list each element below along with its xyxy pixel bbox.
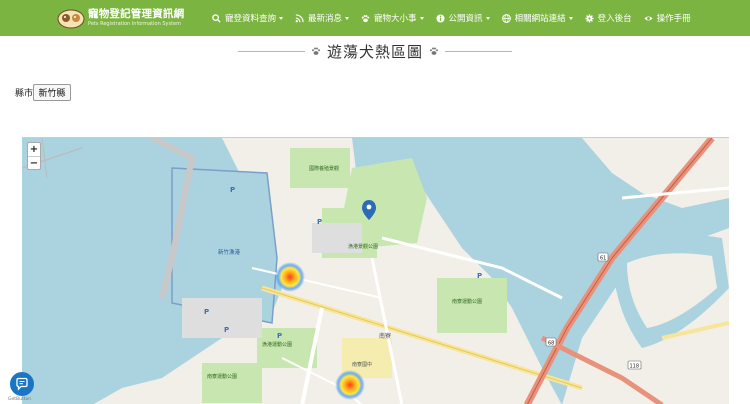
map-label-park: 漁港運動公園 xyxy=(262,341,292,348)
zoom-in-button[interactable]: + xyxy=(28,143,40,156)
svg-text:P: P xyxy=(224,326,229,334)
zoom-out-button[interactable]: − xyxy=(28,156,40,169)
nav-label: 最新消息 xyxy=(308,14,343,24)
nav-label: 寵物大小事 xyxy=(374,14,417,24)
search-icon xyxy=(212,13,221,23)
route-shield: 61 xyxy=(600,256,606,262)
svg-text:P: P xyxy=(317,218,322,226)
zoom-control: + − xyxy=(27,142,41,170)
map-label-visitor-center: 國際養殖景觀 xyxy=(309,165,339,172)
map-label-school: 南寮國中 xyxy=(352,361,372,368)
route-shield: 118 xyxy=(630,364,640,370)
svg-text:P: P xyxy=(477,272,482,280)
nav-item-registration-query[interactable]: 寵登資料查詢 xyxy=(212,12,284,24)
map-label-park: 南寮運動公園 xyxy=(207,373,237,380)
chat-widget-button[interactable] xyxy=(10,372,34,396)
heat-spot xyxy=(335,370,365,400)
map-label-park: 南寮運動公園 xyxy=(452,298,482,305)
nav-label: 公開資訊 xyxy=(448,14,483,24)
paw-icon xyxy=(430,47,439,55)
caret-down-icon xyxy=(485,16,490,20)
map-label-park: 漁港景觀公園 xyxy=(348,243,378,250)
nav-item-related-links[interactable]: 相關網站連結 xyxy=(501,12,573,24)
logo-subtitle: Pets Registration Information System xyxy=(88,20,181,27)
route-shield: 68 xyxy=(548,341,554,347)
county-select[interactable]: 新竹縣 xyxy=(33,84,71,101)
svg-text:P: P xyxy=(204,308,209,316)
logo-title: 寵物登記管理資訊網 xyxy=(88,8,185,21)
pet-logo-icon xyxy=(57,9,85,29)
info-icon xyxy=(435,13,445,23)
gear-icon xyxy=(585,13,594,23)
nav-item-news[interactable]: 最新消息 xyxy=(295,12,350,24)
nav-label: 登入後台 xyxy=(597,14,632,24)
main-nav: 寵登資料查詢 最新消息 寵物大小事 公開資訊 相關網站連結 登入後台 操作手冊 xyxy=(212,0,703,36)
caret-down-icon xyxy=(568,16,573,20)
site-logo[interactable]: 寵物登記管理資訊網 Pets Registration Information … xyxy=(56,6,184,30)
page-title: 遊蕩犬熱區圖 xyxy=(327,42,424,61)
chat-widget-caption: GetButton xyxy=(8,397,32,402)
globe-icon xyxy=(501,13,511,23)
heat-spot xyxy=(275,262,305,292)
nav-item-manual[interactable]: 操作手冊 xyxy=(644,12,691,24)
caret-down-icon xyxy=(279,16,284,20)
eye-icon xyxy=(644,15,653,21)
nav-item-pet-matters[interactable]: 寵物大小事 xyxy=(361,12,424,24)
nav-item-public-info[interactable]: 公開資訊 xyxy=(435,12,490,24)
map-label-district: 南寮 xyxy=(379,332,391,340)
page-title-bar: 遊蕩犬熱區圖 xyxy=(238,40,513,62)
top-navbar: 寵物登記管理資訊網 Pets Registration Information … xyxy=(0,0,750,36)
nav-label: 寵登資料查詢 xyxy=(225,14,277,24)
nav-item-admin-login[interactable]: 登入後台 xyxy=(585,12,632,24)
map-canvas[interactable]: 新竹漁港 國際養殖景觀 漁港景觀公園 漁港運動公園 南寮運動公園 南寮運動公園 … xyxy=(22,138,729,404)
map-label-harbor: 新竹漁港 xyxy=(218,248,241,256)
svg-text:P: P xyxy=(277,332,282,340)
nav-label: 操作手冊 xyxy=(656,14,691,24)
title-divider-left xyxy=(238,50,305,52)
county-label: 縣市 xyxy=(15,89,34,99)
nav-label: 相關網站連結 xyxy=(514,14,566,24)
caret-down-icon xyxy=(345,16,350,20)
heatmap-map[interactable]: 新竹漁港 國際養殖景觀 漁港景觀公園 漁港運動公園 南寮運動公園 南寮運動公園 … xyxy=(22,137,729,404)
title-divider-right xyxy=(445,50,513,52)
svg-text:P: P xyxy=(230,186,235,194)
rss-icon xyxy=(295,13,304,22)
caret-down-icon xyxy=(419,16,424,20)
chat-icon xyxy=(16,377,28,391)
paw-icon xyxy=(361,14,370,22)
paw-icon xyxy=(312,47,320,55)
